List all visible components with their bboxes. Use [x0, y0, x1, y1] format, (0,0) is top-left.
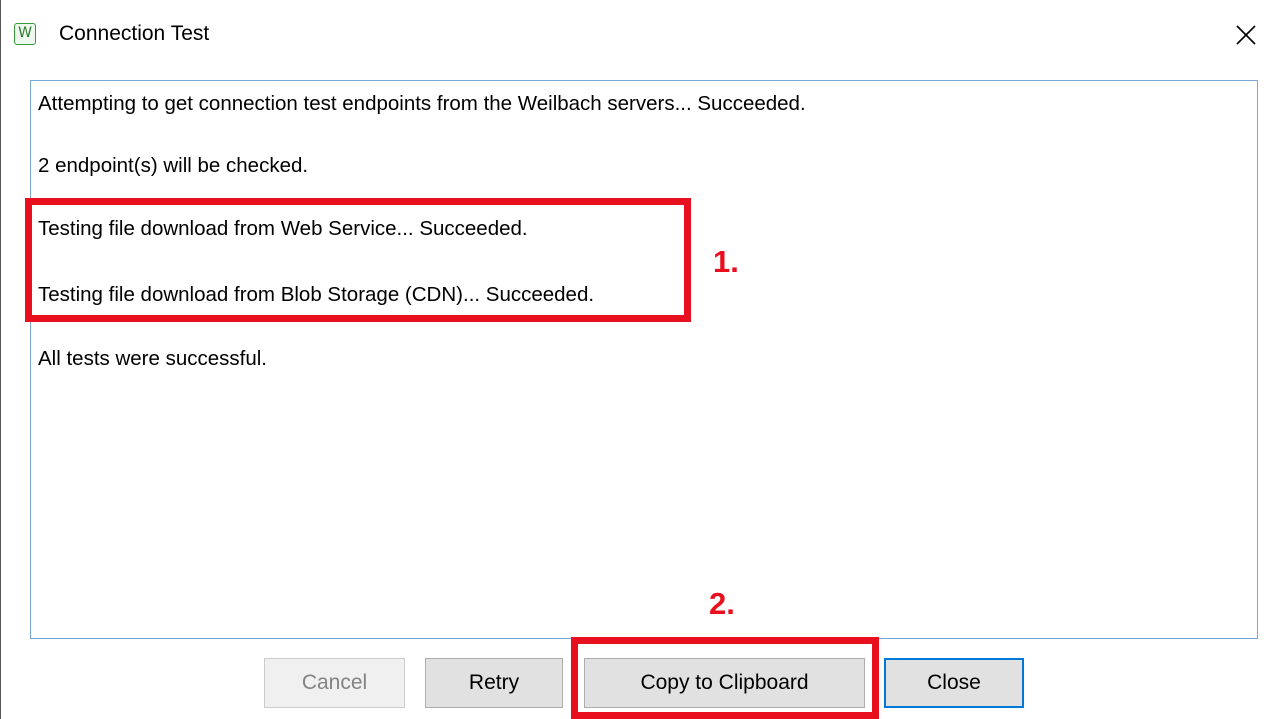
log-line: Attempting to get connection test endpoi…: [38, 92, 806, 115]
annotation-label-1: 1.: [713, 244, 739, 279]
retry-button[interactable]: Retry: [425, 658, 563, 708]
annotation-label-2: 2.: [709, 586, 735, 621]
close-button[interactable]: Close: [884, 658, 1024, 708]
cancel-button[interactable]: Cancel: [264, 658, 405, 708]
highlight-box-1: [25, 198, 691, 322]
title-bar: W Connection Test: [1, 0, 1274, 60]
log-line: All tests were successful.: [38, 347, 267, 370]
connection-test-dialog: W Connection Test Attempting to get conn…: [0, 0, 1274, 719]
app-icon: W: [14, 23, 36, 45]
highlight-box-2: [571, 637, 879, 719]
log-line: 2 endpoint(s) will be checked.: [38, 154, 309, 177]
window-title: Connection Test: [59, 22, 210, 45]
close-icon[interactable]: [1231, 20, 1261, 50]
log-output-box[interactable]: Attempting to get connection test endpoi…: [30, 80, 1258, 639]
